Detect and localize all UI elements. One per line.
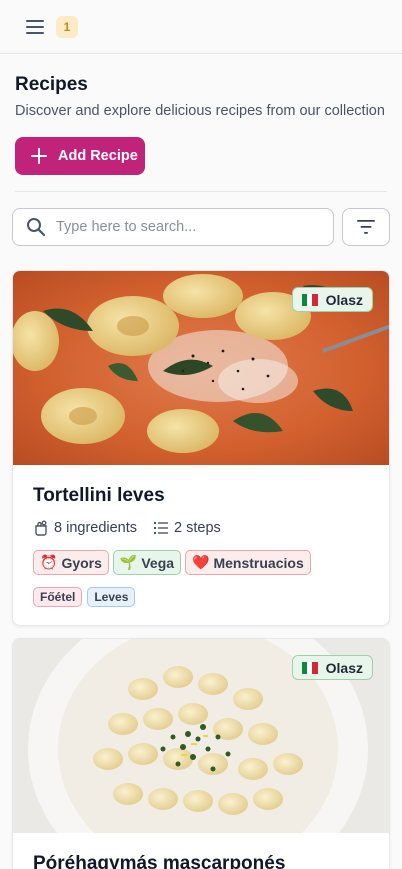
category-leves[interactable]: Leves	[87, 587, 136, 607]
italy-flag-icon	[301, 661, 318, 674]
italy-flag-icon	[301, 293, 318, 306]
tag-menstruacios[interactable]: ❤️ Menstruacios	[185, 550, 311, 575]
notification-badge[interactable]: 1	[56, 15, 78, 38]
tag-label: Gyors	[61, 554, 102, 571]
filter-button[interactable]	[342, 208, 390, 246]
search-input[interactable]	[56, 219, 306, 235]
recipe-title: Tortellini leves	[33, 485, 165, 506]
recipe-title: Póréhagymás mascarponés	[33, 853, 286, 869]
heart-icon: ❤️	[192, 554, 210, 570]
plus-icon	[31, 148, 47, 164]
recipe-tags: ⏰ Gyors 🌱 Vega ❤️ Menstruacios	[33, 550, 369, 575]
steps-text: 2 steps	[174, 520, 221, 536]
filter-icon	[357, 220, 375, 234]
recipe-image-soup: Olasz	[13, 271, 389, 465]
recipe-image-gnocchi: Olasz	[13, 639, 389, 833]
top-bar: 1	[0, 0, 402, 54]
steps-icon	[154, 522, 169, 534]
alarm-clock-icon: ⏰	[40, 554, 58, 570]
steps-count: 2 steps	[153, 520, 221, 536]
recipe-card[interactable]: Olasz Tortellini leves 8 ingredients 2 s…	[12, 270, 390, 626]
ingredients-text: 8 ingredients	[54, 520, 138, 536]
seedling-icon: 🌱	[119, 554, 138, 570]
tag-label: Menstruacios	[213, 554, 304, 571]
search-icon	[27, 218, 46, 237]
recipe-categories: Főétel Leves	[33, 587, 369, 607]
recipe-card-body: Tortellini leves 8 ingredients 2 steps ⏰…	[13, 465, 389, 625]
page-subtitle: Discover and explore delicious recipes f…	[15, 103, 385, 119]
main-content: Recipes Discover and explore delicious r…	[0, 74, 402, 869]
tag-vega[interactable]: 🌱 Vega	[112, 550, 182, 575]
tag-gyors[interactable]: ⏰ Gyors	[33, 550, 109, 575]
cuisine-badge: Olasz	[291, 655, 373, 680]
cuisine-label: Olasz	[325, 291, 363, 308]
ingredients-icon	[35, 520, 47, 536]
cuisine-badge: Olasz	[291, 287, 373, 312]
tag-label: Vega	[141, 554, 175, 571]
ingredients-count: 8 ingredients	[33, 520, 137, 536]
cuisine-label: Olasz	[325, 659, 363, 676]
search-row	[12, 208, 390, 246]
recipe-card[interactable]: Olasz Póréhagymás mascarponés	[12, 638, 390, 869]
category-foetel[interactable]: Főétel	[33, 587, 83, 607]
recipe-meta: 8 ingredients 2 steps	[33, 520, 369, 536]
page-title: Recipes	[15, 74, 88, 95]
search-box	[12, 208, 334, 246]
divider	[15, 191, 387, 192]
menu-icon[interactable]	[24, 16, 46, 38]
add-recipe-button[interactable]: Add Recipe	[15, 137, 145, 175]
recipe-card-body: Póréhagymás mascarponés	[13, 833, 389, 869]
add-recipe-label: Add Recipe	[58, 148, 138, 164]
